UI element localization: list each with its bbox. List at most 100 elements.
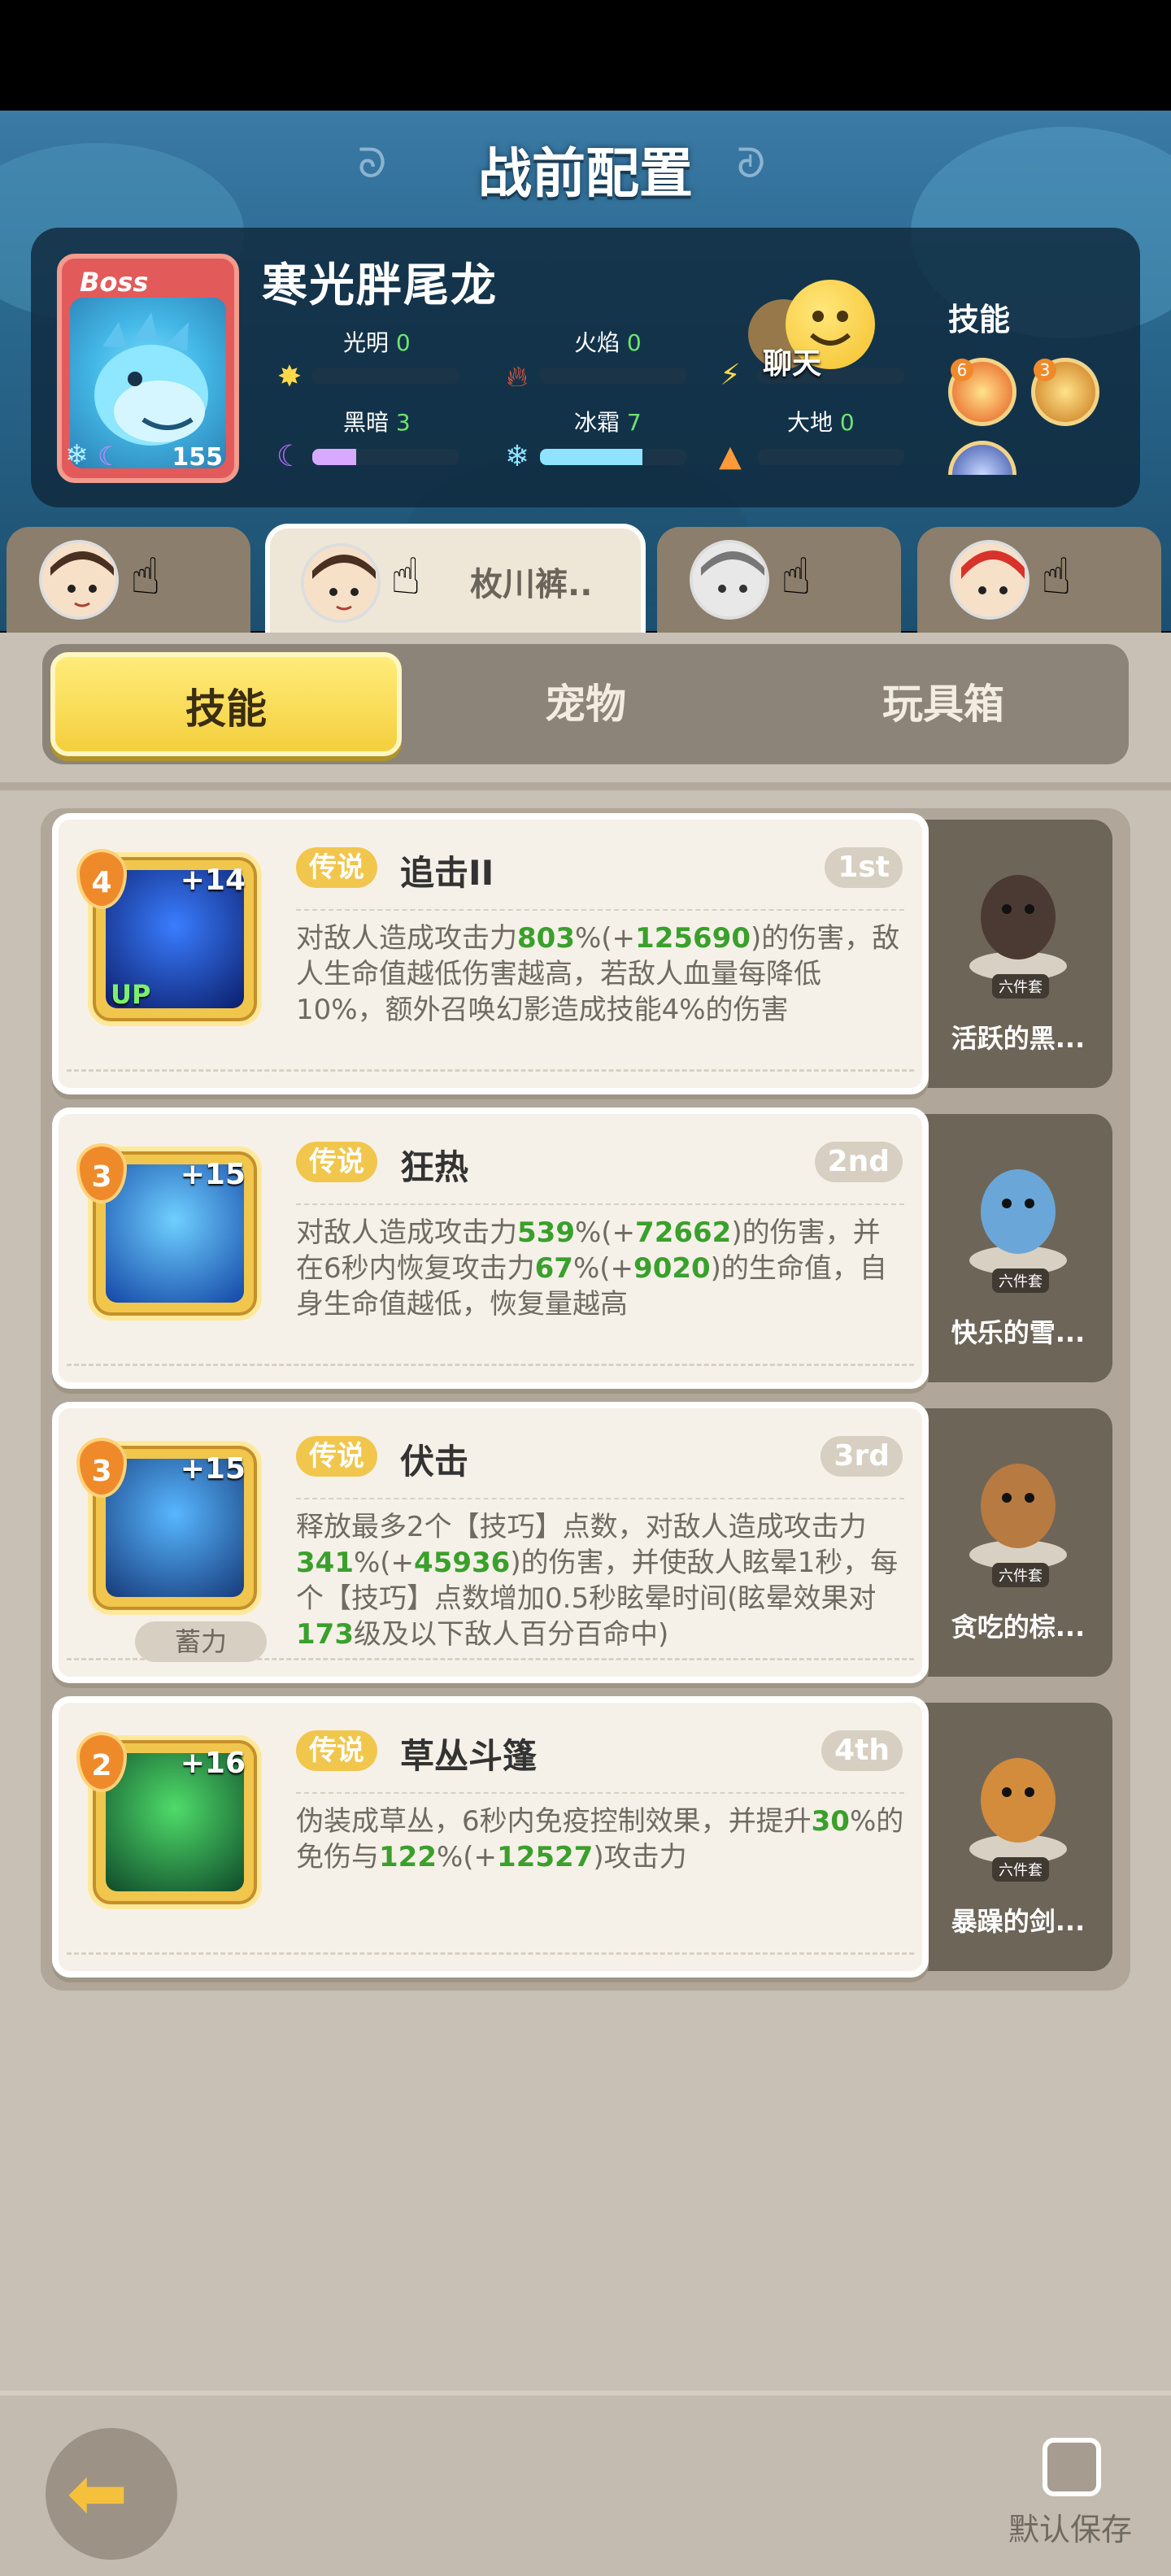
skill-description: 释放最多2个【技巧】点数，对敌人造成攻击力341%(+45936)的伤害，并使敌… <box>296 1509 906 1652</box>
page-title: 战前配置 <box>478 142 693 205</box>
skill-description: 伪装成草丛，6秒内免疫控制效果，并提升30%的免伤与122%(+12527)攻击… <box>296 1804 906 1875</box>
desc-part: 对敌人造成攻击力 <box>296 1216 517 1249</box>
skill-icon[interactable]: +16 2 <box>76 1732 262 1909</box>
boss-name: 寒光胖尾龙 <box>262 259 498 312</box>
lightning-icon: ⚡ <box>720 359 741 392</box>
skill-icon[interactable]: +14 UP 4 <box>76 849 262 1026</box>
skill-card[interactable]: +15 3 传说 狂热 2nd 对敌人造成攻击力539%(+72662)的伤害，并在6秒内… <box>52 1107 929 1389</box>
skill-card[interactable]: +16 2 传说 草丛斗篷 4th 伪装成草丛，6秒内免疫控制效果，并提升30%的免伤与1… <box>52 1696 929 1978</box>
skill-name: 伏击 <box>400 1442 469 1482</box>
chat-label: 聊天 <box>763 347 822 381</box>
pet-card[interactable]: 六件套贪吃的棕... <box>924 1408 1112 1677</box>
pet-figure-icon <box>964 1433 1072 1571</box>
team-member-name: 枚川裤.. <box>470 566 593 603</box>
boss-portrait[interactable]: Boss ❄ ☾ 155 <box>57 254 239 483</box>
skill-card[interactable]: +15 3 蓄力 传说 伏击 3rd 释放最多2个【技巧】点数，对敌人造成攻击力 341%(+… <box>52 1402 929 1683</box>
desc-part: 803 <box>517 922 575 955</box>
desc-part: 释放最多2个【技巧】点数，对敌人造成攻击力 <box>296 1511 867 1543</box>
stat-light-bar <box>312 368 459 384</box>
tap-hand-icon: ☝ <box>1041 546 1072 606</box>
avatar <box>301 543 381 623</box>
earth-icon: ▲ <box>719 440 742 473</box>
tab-toybox[interactable]: 玩具箱 <box>768 652 1119 756</box>
desc-part: )攻击力 <box>593 1841 687 1873</box>
desc-part: %(+ <box>353 1547 415 1579</box>
card-divider <box>296 1203 904 1205</box>
skill-plus: +15 <box>180 1452 246 1486</box>
desc-part: 9020 <box>633 1252 711 1285</box>
stat-fire-bar <box>540 368 686 384</box>
rarity-tag: 传说 <box>296 847 377 888</box>
pet-set-tag: 六件套 <box>992 1268 1049 1293</box>
desc-part: %(+ <box>572 1252 634 1285</box>
desc-part: 341 <box>296 1547 354 1579</box>
tap-hand-icon: ☝ <box>781 546 812 606</box>
skill-rank: 3rd <box>821 1436 903 1477</box>
pet-name: 活跃的黑... <box>951 1023 1086 1054</box>
pet-figure-icon <box>964 844 1072 982</box>
pet-card[interactable]: 六件套活跃的黑... <box>924 820 1112 1088</box>
skill-name: 草丛斗篷 <box>400 1736 538 1776</box>
boss-skill-3-icon[interactable] <box>948 441 1016 475</box>
desc-part: 12527 <box>497 1841 594 1873</box>
team-tab-2[interactable]: ☝ 枚川裤.. <box>265 524 646 646</box>
desc-part: %(+ <box>574 922 636 955</box>
skill-up-tag: UP <box>111 979 151 1010</box>
desc-part: 125690 <box>635 922 751 955</box>
desc-part: 30 <box>811 1805 850 1838</box>
desc-part: 122 <box>379 1841 437 1873</box>
skill-plus: +14 <box>180 864 246 897</box>
pet-set-tag: 六件套 <box>992 1563 1049 1587</box>
boss-skill-2-level: 3 <box>1034 359 1056 381</box>
rarity-tag: 传说 <box>296 1142 377 1182</box>
skill-name: 追击II <box>400 853 494 893</box>
stat-fire: 火焰 0 <box>574 329 642 356</box>
tab-pets[interactable]: 宠物 <box>410 652 761 756</box>
back-arrow-icon: ⬅ <box>67 2451 128 2536</box>
default-save-label: 默认保存 <box>1008 2512 1133 2548</box>
skill-description: 对敌人造成攻击力803%(+125690)的伤害，敌人生命值越低伤害越高，若敌人… <box>296 920 906 1028</box>
skill-rank: 4th <box>821 1730 903 1771</box>
team-tab-4[interactable]: ☝ <box>917 527 1161 633</box>
boss-skill-1-level: 6 <box>951 359 973 381</box>
skill-rank: 2nd <box>814 1142 903 1182</box>
light-icon: ✸ <box>276 360 303 394</box>
desc-part: 539 <box>517 1216 575 1249</box>
pet-card[interactable]: 六件套 快乐的雪... <box>924 1114 1112 1382</box>
pet-name: 暴躁的剑... <box>951 1906 1086 1937</box>
desc-part: %(+ <box>436 1841 498 1873</box>
skill-icon[interactable]: +15 3 <box>76 1143 262 1321</box>
tap-hand-icon: ☝ <box>390 546 421 606</box>
avatar <box>950 540 1030 620</box>
skill-plus: +15 <box>180 1158 246 1191</box>
team-tab-1[interactable]: ☝ <box>7 527 250 633</box>
boss-tag: Boss <box>80 267 149 298</box>
pet-set-tag: 六件套 <box>992 974 1049 999</box>
stat-frost-bar <box>540 449 686 465</box>
tab-skills[interactable]: 技能 <box>50 652 402 756</box>
pet-name: 贪吃的棕... <box>951 1612 1086 1643</box>
stat-earth: 大地 0 <box>787 409 855 436</box>
avatar <box>690 540 769 620</box>
fire-icon: 🔥︎ <box>506 360 529 394</box>
card-divider <box>296 1498 904 1499</box>
team-tab-3[interactable]: ☝ <box>657 527 901 633</box>
boss-skill-1-icon[interactable]: 6 <box>948 358 1016 426</box>
boss-skill-2-icon[interactable]: 3 <box>1031 358 1099 426</box>
stat-frost: 冰霜 7 <box>574 409 642 436</box>
skill-icon[interactable]: +15 3 <box>76 1438 262 1615</box>
stat-light: 光明 0 <box>343 329 411 356</box>
pet-card[interactable]: 六件套 暴躁的剑... <box>924 1703 1112 1971</box>
desc-part: 173 <box>296 1618 354 1651</box>
skill-card[interactable]: +14 UP 4 传说 追击II 1st 对敌人造成攻击力803%(+125690)的伤害，… <box>52 813 929 1094</box>
default-save-checkbox[interactable] <box>1043 2438 1101 2496</box>
desc-part: 72662 <box>635 1216 732 1249</box>
card-divider <box>296 909 904 911</box>
rarity-tag: 传说 <box>296 1436 377 1477</box>
skill-plus: +16 <box>180 1747 246 1780</box>
desc-part: 67 <box>534 1252 573 1285</box>
dark-element-icon: ☾ <box>98 441 121 472</box>
charge-tag: 蓄力 <box>135 1621 267 1662</box>
desc-part: 45936 <box>414 1547 511 1579</box>
boss-skills-label: 技能 <box>948 302 1011 337</box>
